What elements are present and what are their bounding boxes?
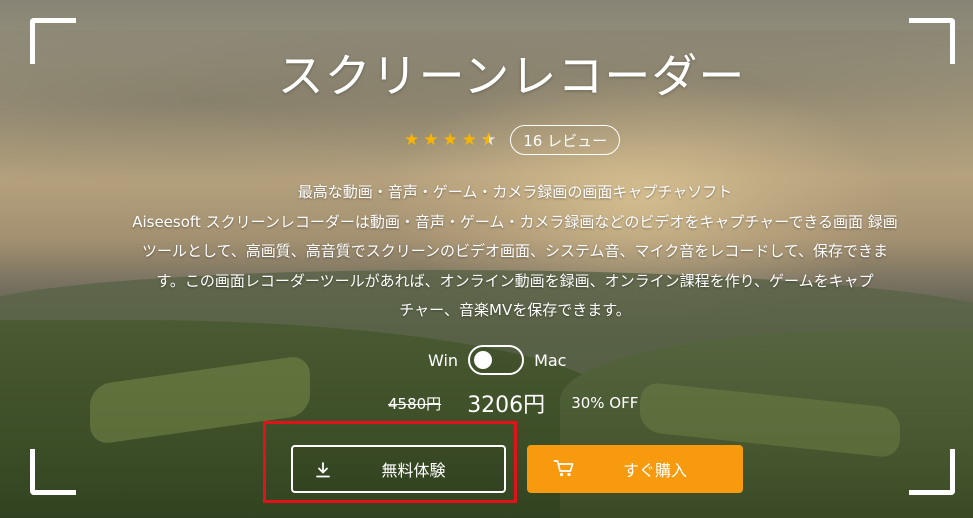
os-toggle[interactable] — [468, 345, 525, 375]
star-rating: ★ ★ ★ ★ ★ — [404, 130, 496, 150]
description-line: 最高な動画・音声・ゲーム・カメラ録画の画面キャプチャソフト — [297, 183, 733, 201]
star-icon: ★ — [404, 130, 420, 150]
description-line: Aiseesoft スクリーンレコーダーは動画・音声・ゲーム・カメラ録画などのビ… — [132, 212, 898, 231]
star-icon: ★ — [423, 130, 439, 150]
star-icon: ★ — [461, 130, 477, 150]
original-price: 4580円 — [388, 394, 442, 413]
discount-label: 30% OFF — [571, 394, 639, 412]
current-price: 3206円 — [467, 393, 546, 418]
buy-now-button[interactable]: すぐ購入 — [527, 445, 743, 493]
product-description: 最高な動画・音声・ゲーム・カメラ録画の画面キャプチャソフト Aiseesoft … — [100, 178, 930, 326]
corner-bracket-bottom-right — [909, 449, 955, 495]
free-trial-button[interactable]: 無料体験 — [291, 445, 506, 493]
description-line: チャー、音楽MVを保存できます。 — [399, 301, 631, 319]
description-line: す。この画面レコーダーツールがあれば、オンライン動画を録画、オンライン課程を作り… — [156, 271, 874, 290]
price: 4580円 3206円 30% OFF — [388, 386, 638, 420]
os-label-mac: Mac — [534, 350, 567, 370]
corner-bracket-bottom-left — [30, 449, 76, 495]
os-label-win: Win — [428, 350, 459, 370]
rating: ★ ★ ★ ★ ★ 16 レビュー — [404, 124, 621, 156]
download-icon — [316, 462, 330, 478]
half-star-icon: ★ — [481, 130, 496, 150]
star-icon: ★ — [442, 130, 458, 150]
cart-icon — [553, 460, 574, 477]
reviews-link[interactable]: 16 レビュー — [510, 125, 621, 155]
page-title: スクリーンレコーダー — [277, 49, 746, 103]
description-line: ツールとして、高画質、高音質でスクリーンのビデオ画面、システム音、マイク音をレコ… — [141, 242, 889, 260]
os-switch: Win Mac — [428, 343, 566, 377]
toggle-knob — [474, 351, 493, 369]
